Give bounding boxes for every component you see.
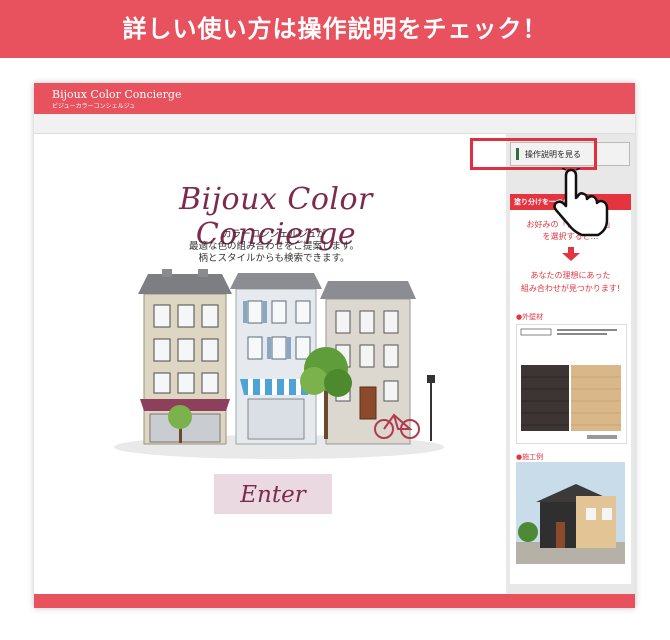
help-button-highlight xyxy=(470,138,597,170)
example-label: ●施工例 xyxy=(516,453,544,461)
promo-result-line: あなたの理想にあった xyxy=(530,271,611,280)
promo-card: 塗り分けを一つのボタン お好みの「色」と「…」 を選択すると… あなたの理想にあ… xyxy=(510,194,631,584)
house-photo xyxy=(516,462,625,564)
tagline-line: 柄とスタイルからも検索できます。 xyxy=(198,253,350,264)
townhouse-illustration xyxy=(114,269,444,459)
app-footer xyxy=(34,594,635,608)
arrow-down-icon xyxy=(562,247,580,261)
app-header: Bijoux Color Concierge ビジューカラーコンシェルジュ xyxy=(34,83,635,114)
tagline-line: 最適な色の組み合わせをご提案します。 xyxy=(188,241,360,252)
swatch-sample-image xyxy=(516,324,627,444)
tagline-line: カラーコンシェルジュが xyxy=(222,229,326,240)
app-title: Bijoux Color Concierge xyxy=(52,88,182,101)
enter-button[interactable]: Enter xyxy=(214,474,332,514)
app-toolbar xyxy=(34,114,635,134)
promo-result-line: 組み合わせが見つかります! xyxy=(520,284,621,293)
tagline: カラーコンシェルジュが 最適な色の組み合わせをご提案します。 柄とスタイルからも… xyxy=(144,229,404,265)
promo-result-text: あなたの理想にあった 組み合わせが見つかります! xyxy=(510,269,631,295)
main-area: Bijoux Color Concierge カラーコンシェルジュが 最適な色の… xyxy=(34,134,504,594)
exterior-label: ●外壁材 xyxy=(516,313,544,321)
app-subtitle: ビジューカラーコンシェルジュ xyxy=(52,103,136,110)
instruction-banner: 詳しい使い方は操作説明をチェック！ xyxy=(0,0,670,58)
pointer-hand-icon xyxy=(553,168,609,237)
